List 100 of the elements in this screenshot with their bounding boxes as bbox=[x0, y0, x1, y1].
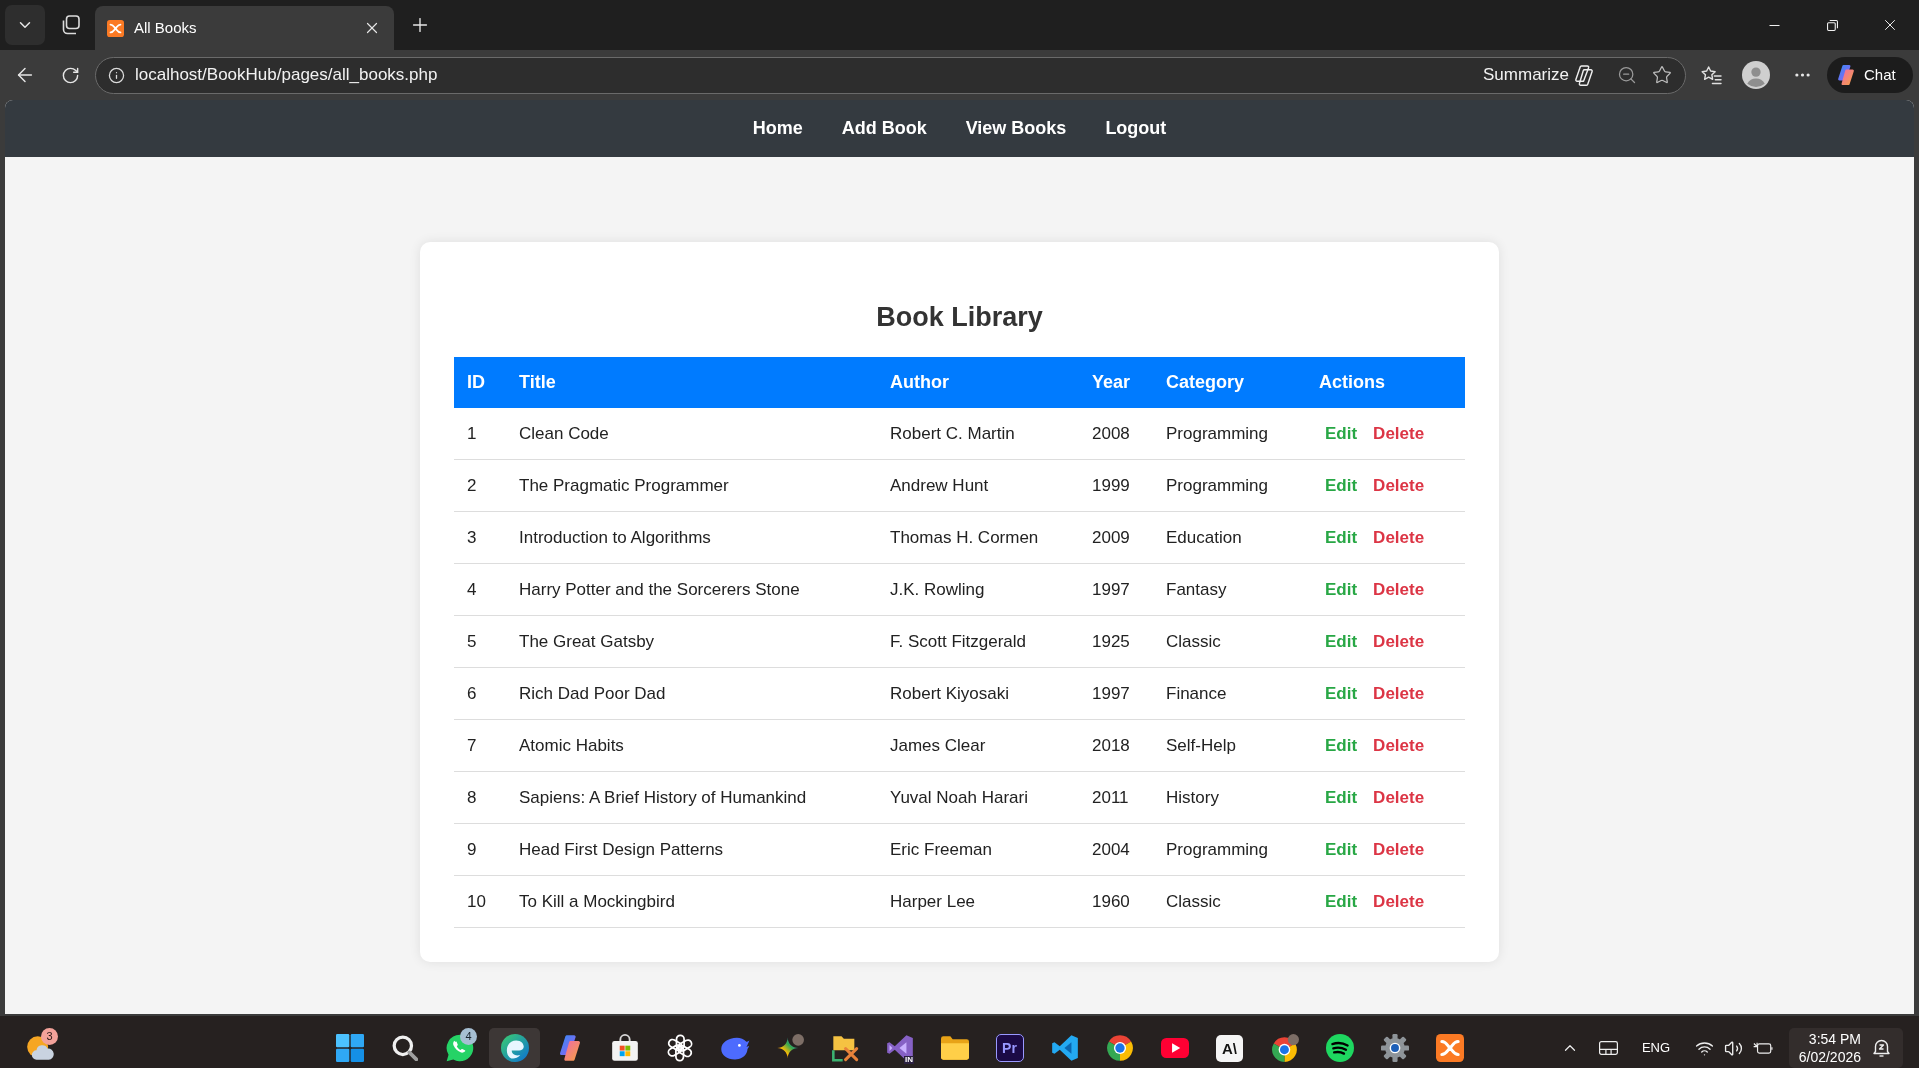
table-cell-text: 1997 bbox=[1091, 682, 1131, 705]
table-cell-text: Harry Potter and the Sorcerers Stone bbox=[518, 578, 801, 601]
weather-button[interactable]: 3 bbox=[18, 1028, 62, 1068]
folder-tools-icon bbox=[830, 1034, 859, 1062]
browser-tab[interactable]: All Books bbox=[95, 6, 394, 50]
delete-link[interactable]: Delete bbox=[1367, 470, 1431, 501]
table-cell-text: 9 bbox=[466, 838, 478, 861]
table-cell-text: Programming bbox=[1165, 838, 1270, 861]
column-header: Title bbox=[518, 371, 557, 394]
table-cell-text: Self-Help bbox=[1165, 734, 1237, 757]
clock-button[interactable]: 3:54 PM 6/02/2026 bbox=[1789, 1028, 1903, 1068]
edit-link[interactable]: Edit bbox=[1319, 470, 1364, 501]
table-cell-text: Fantasy bbox=[1165, 578, 1228, 601]
avatar-icon bbox=[1742, 61, 1770, 89]
table-cell-text: Eric Freeman bbox=[889, 838, 994, 861]
table-cell-text: 8 bbox=[466, 786, 478, 809]
nav-link[interactable]: View Books bbox=[957, 111, 1075, 146]
notification-badge: 3 bbox=[41, 1028, 58, 1045]
table-cell-text: Clean Code bbox=[518, 422, 610, 445]
taskbar-app[interactable]: IN bbox=[874, 1028, 925, 1068]
delete-link[interactable]: Delete bbox=[1367, 782, 1431, 813]
nav-link[interactable]: Logout bbox=[1097, 111, 1175, 146]
table-cell-text: J.K. Rowling bbox=[889, 578, 986, 601]
delete-link[interactable]: Delete bbox=[1367, 730, 1431, 761]
logo-letters: A\ bbox=[1216, 1034, 1243, 1062]
nav-link[interactable]: Home bbox=[744, 111, 811, 146]
address-field[interactable]: localhost/BookHub/pages/all_books.php Summarize bbox=[95, 56, 1686, 94]
edit-link[interactable]: Edit bbox=[1319, 626, 1364, 657]
table-cell-text: 3 bbox=[466, 526, 478, 549]
favorites-icon bbox=[1700, 65, 1722, 85]
chat-button[interactable]: Chat bbox=[1827, 57, 1913, 93]
stacked-squares-icon bbox=[60, 15, 80, 35]
table-cell-text: 2004 bbox=[1091, 838, 1131, 861]
app-logo-icon bbox=[107, 19, 124, 37]
summarize-button[interactable]: Summarize bbox=[1479, 60, 1598, 90]
table-cell-text: Head First Design Patterns bbox=[518, 838, 725, 861]
table-cell-text: 1960 bbox=[1091, 890, 1131, 913]
star-icon bbox=[1652, 65, 1672, 85]
column-header: Author bbox=[889, 371, 950, 394]
edit-link[interactable]: Edit bbox=[1319, 730, 1364, 761]
delete-link[interactable]: Delete bbox=[1367, 678, 1431, 709]
table-cell-text: Programming bbox=[1165, 474, 1270, 497]
table-cell-text: 2011 bbox=[1091, 786, 1130, 809]
table-cell-text: To Kill a Mockingbird bbox=[518, 890, 676, 913]
search-icon bbox=[391, 1035, 418, 1061]
delete-link[interactable]: Delete bbox=[1367, 886, 1431, 917]
taskbar-app[interactable] bbox=[489, 1028, 540, 1068]
language-button[interactable]: ENG bbox=[1636, 1030, 1676, 1066]
edit-link[interactable]: Edit bbox=[1319, 886, 1364, 917]
play-button-icon bbox=[1160, 1038, 1189, 1058]
ribbon-outline-icon bbox=[1574, 64, 1594, 86]
delete-link[interactable]: Delete bbox=[1367, 834, 1431, 865]
table-cell-text: Rich Dad Poor Dad bbox=[518, 682, 667, 705]
table-cell-text: Introduction to Algorithms bbox=[518, 526, 712, 549]
edit-link[interactable]: Edit bbox=[1319, 522, 1364, 553]
table-cell-text: Education bbox=[1165, 526, 1243, 549]
edit-link[interactable]: Edit bbox=[1319, 418, 1364, 449]
delete-link[interactable]: Delete bbox=[1367, 626, 1431, 657]
table-cell-text: 1925 bbox=[1091, 630, 1131, 653]
four-squares-icon bbox=[335, 1034, 364, 1062]
table-cell-text: 2008 bbox=[1091, 422, 1131, 445]
taskbar-app[interactable]: 4 bbox=[434, 1028, 485, 1068]
tablet-icon bbox=[1598, 1041, 1618, 1055]
notification-badge: 4 bbox=[460, 1028, 477, 1045]
column-header: Actions bbox=[1318, 371, 1386, 394]
table-cell-text: 5 bbox=[466, 630, 478, 653]
table-cell-text: Yuval Noah Harari bbox=[889, 786, 1029, 809]
page-title: Book Library bbox=[875, 301, 1044, 334]
table-cell-text: Atomic Habits bbox=[518, 734, 625, 757]
delete-link[interactable]: Delete bbox=[1367, 418, 1431, 449]
table-cell-text: The Great Gatsby bbox=[518, 630, 656, 653]
edit-link[interactable]: Edit bbox=[1319, 678, 1364, 709]
delete-link[interactable]: Delete bbox=[1367, 522, 1431, 553]
table-cell-text: Sapiens: A Brief History of Humankind bbox=[518, 786, 808, 809]
ribbon-logo-icon bbox=[1050, 1034, 1079, 1062]
flower-outline-icon bbox=[665, 1034, 694, 1062]
table-cell-text: Andrew Hunt bbox=[889, 474, 990, 497]
logo-letters: Pr bbox=[995, 1034, 1024, 1062]
table-cell-text: Robert Kiyosaki bbox=[889, 682, 1011, 705]
swirl-icon bbox=[500, 1034, 529, 1062]
delete-link[interactable]: Delete bbox=[1367, 574, 1431, 605]
table-cell-text: 1997 bbox=[1091, 578, 1131, 601]
table-cell-text: History bbox=[1165, 786, 1220, 809]
minimize-icon bbox=[1768, 24, 1780, 26]
table-cell-text: The Pragmatic Programmer bbox=[518, 474, 730, 497]
taskbar-app[interactable]: A\ bbox=[1204, 1028, 1255, 1068]
edit-link[interactable]: Edit bbox=[1319, 574, 1364, 605]
taskbar-app[interactable]: Pr bbox=[984, 1028, 1035, 1068]
table-cell-text: 1999 bbox=[1091, 474, 1131, 497]
color-wheel-avatar-icon bbox=[1270, 1034, 1299, 1062]
table-cell-text: 10 bbox=[466, 890, 487, 913]
table-cell-text: Finance bbox=[1165, 682, 1228, 705]
bell-icon bbox=[1873, 1039, 1890, 1057]
edit-link[interactable]: Edit bbox=[1319, 834, 1364, 865]
table-cell-text: Classic bbox=[1165, 890, 1222, 913]
column-header: ID bbox=[466, 371, 486, 394]
nav-link[interactable]: Add Book bbox=[833, 111, 935, 146]
edit-link[interactable]: Edit bbox=[1319, 782, 1364, 813]
circle-arcs-icon bbox=[1325, 1034, 1354, 1062]
corner-label: IN bbox=[904, 1056, 914, 1064]
